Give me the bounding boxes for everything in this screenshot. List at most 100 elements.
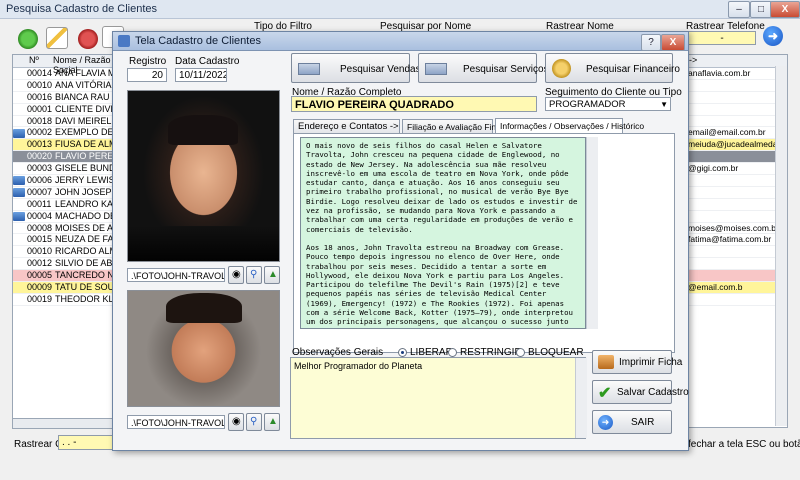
email-row[interactable] bbox=[687, 294, 787, 306]
row-code: 00010 bbox=[27, 79, 53, 90]
row-indicator bbox=[13, 81, 25, 90]
table-row[interactable]: 00001CLIENTE DIVERSOS bbox=[13, 104, 125, 116]
email-grid-v-scrollbar[interactable] bbox=[775, 66, 787, 426]
table-row[interactable]: 00010RICARDO ALMEIDA bbox=[13, 246, 125, 259]
email-row[interactable] bbox=[687, 258, 787, 271]
email-row[interactable]: anaflavia.com.br bbox=[687, 68, 787, 80]
email-row[interactable]: fatima@fatima.com.br bbox=[687, 234, 787, 247]
photo2-search-icon[interactable]: ⚲ bbox=[246, 413, 262, 431]
chevron-down-icon[interactable]: ▼ bbox=[660, 98, 668, 110]
table-row[interactable]: 00003GISELE BUNDCHEN bbox=[13, 163, 125, 176]
email-row[interactable] bbox=[687, 151, 787, 164]
search-financial-button[interactable]: Pesquisar Financeiro bbox=[545, 53, 680, 83]
go-arrow-icon[interactable]: ➜ bbox=[763, 26, 783, 46]
row-indicator bbox=[13, 259, 25, 268]
email-row[interactable] bbox=[687, 80, 787, 92]
cpf-input[interactable]: . . - bbox=[58, 435, 114, 450]
table-row[interactable]: 00020FLAVIO PEREIRA Q bbox=[13, 151, 125, 164]
email-row[interactable]: @gigi.com.br bbox=[687, 163, 787, 176]
memo-scrollbar[interactable] bbox=[586, 137, 598, 329]
nome-field[interactable]: FLAVIO PEREIRA QUADRADO bbox=[291, 96, 537, 112]
photo1-path: .\FOTO\JOHN-TRAVOLTA2... bbox=[127, 268, 225, 282]
table-row[interactable]: 00019 THEODOR KLEIN bbox=[13, 294, 125, 306]
dialog-title-bar: Tela Cadastro de Clientes ? X bbox=[113, 32, 688, 51]
client-grid[interactable]: Nº Nome / Razão Social 00014ANA FLAVIA M… bbox=[12, 54, 126, 428]
client-photo-2 bbox=[127, 290, 280, 407]
row-name: JERRY LEWIS bbox=[55, 175, 115, 186]
radio-bloquear[interactable] bbox=[516, 348, 525, 357]
email-row[interactable] bbox=[687, 246, 787, 259]
email-row[interactable] bbox=[687, 104, 787, 116]
historico-memo[interactable]: O mais novo de seis filhos do casal Hele… bbox=[300, 137, 586, 329]
obs-field[interactable]: Melhor Programador do Planeta bbox=[290, 357, 586, 439]
delete-icon[interactable] bbox=[78, 29, 98, 49]
table-row[interactable]: 00005TANCREDO NEVES bbox=[13, 270, 125, 283]
row-code: 00002 bbox=[27, 127, 53, 138]
table-row[interactable]: 00009 TATU DE SOUZA bbox=[13, 282, 125, 294]
email-row[interactable] bbox=[687, 270, 787, 283]
table-row[interactable]: 00018 DAVI MEIRELLES bbox=[13, 116, 125, 128]
registro-field[interactable]: 20 bbox=[127, 68, 167, 82]
photo2-camera-icon[interactable]: ◉ bbox=[228, 413, 244, 431]
table-row[interactable]: 00008 MOISES DE ASSIS bbox=[13, 223, 125, 235]
table-row[interactable]: 00010 ANA VITÓRIA bbox=[13, 80, 125, 92]
email-row[interactable]: moises@moises.com.br bbox=[687, 223, 787, 235]
search-sales-button[interactable]: Pesquisar Vendas bbox=[291, 53, 421, 83]
edit-icon[interactable] bbox=[46, 27, 68, 49]
email-row[interactable] bbox=[687, 187, 787, 199]
photo2-upload-icon[interactable]: ▲ bbox=[264, 413, 280, 431]
photo1-upload-icon[interactable]: ▲ bbox=[264, 266, 280, 284]
help-button[interactable]: ? bbox=[641, 34, 661, 51]
tab-endereco[interactable]: Endereço e Contatos -> bbox=[293, 119, 400, 133]
data-cadastro-label: Data Cadastro bbox=[175, 56, 240, 67]
email-grid[interactable]: -> anaflavia.com.br email@email.com.br mei… bbox=[686, 54, 788, 428]
obs-value: Melhor Programador do Planeta bbox=[294, 361, 423, 371]
data-cadastro-field[interactable]: 10/11/2022 bbox=[175, 68, 227, 82]
email-row[interactable] bbox=[687, 211, 787, 223]
email-row[interactable]: meiuda@jucadealmeda.com.br bbox=[687, 139, 787, 152]
track-phone-input[interactable]: - bbox=[688, 31, 756, 45]
email-row[interactable] bbox=[687, 92, 787, 104]
table-row[interactable]: 00015NEUZA DE FATIMA bbox=[13, 234, 125, 247]
table-row[interactable]: 00012 SILVIO DE ABREU bbox=[13, 258, 125, 271]
photo2-path: .\FOTO\JOHN-TRAVOLTA1... bbox=[127, 415, 225, 429]
tab-filiacao[interactable]: Filiação e Avaliação Financeira -> bbox=[402, 119, 534, 133]
radio-liberar[interactable] bbox=[398, 348, 407, 357]
photo1-camera-icon[interactable]: ◉ bbox=[228, 266, 244, 284]
row-code: 00007 bbox=[27, 186, 53, 197]
add-icon[interactable] bbox=[18, 29, 38, 49]
email-row[interactable]: @email.com.b bbox=[687, 282, 787, 294]
table-row[interactable]: 00016 BIANCA RAU bbox=[13, 92, 125, 104]
row-code: 00013 bbox=[27, 139, 53, 150]
row-code: 00005 bbox=[27, 270, 53, 281]
table-row[interactable]: 00014ANA FLAVIA MEIREL bbox=[13, 68, 125, 80]
photo1-search-icon[interactable]: ⚲ bbox=[246, 266, 262, 284]
table-row[interactable]: 00002EXEMPLO DE CLIEN bbox=[13, 127, 125, 140]
minimize-button[interactable]: – bbox=[728, 1, 750, 18]
exit-button[interactable]: ➜ SAIR bbox=[592, 410, 672, 434]
search-services-button[interactable]: Pesquisar Serviços bbox=[418, 53, 549, 83]
close-button[interactable]: X bbox=[770, 1, 800, 18]
email-row[interactable]: email@email.com.br bbox=[687, 127, 787, 140]
checkmark-icon: ✔ bbox=[598, 385, 612, 402]
table-row[interactable]: 00013FIUSA DE ALMEIDA bbox=[13, 139, 125, 152]
print-button[interactable]: Imprimir Ficha bbox=[592, 350, 682, 374]
table-row[interactable]: 00004MACHADO DE ASSI bbox=[13, 211, 125, 223]
email-row[interactable] bbox=[687, 199, 787, 211]
row-code: 00010 bbox=[27, 246, 53, 257]
row-indicator bbox=[13, 117, 25, 126]
radio-restringir[interactable] bbox=[448, 348, 457, 357]
row-indicator bbox=[13, 236, 25, 245]
table-row[interactable]: 00011LEANDRO KARNAL bbox=[13, 199, 125, 211]
email-row[interactable] bbox=[687, 175, 787, 187]
table-row[interactable]: 00006 JERRY LEWIS bbox=[13, 175, 125, 187]
email-row[interactable] bbox=[687, 116, 787, 128]
grid-h-scrollbar[interactable] bbox=[12, 418, 126, 429]
save-button[interactable]: ✔ Salvar Cadastro bbox=[592, 380, 689, 404]
segmento-select[interactable]: PROGRAMADOR ▼ bbox=[545, 97, 671, 111]
obs-scrollbar[interactable] bbox=[575, 358, 587, 438]
tab-informacoes[interactable]: Informações / Observações / Histórico bbox=[495, 118, 644, 134]
maximize-button[interactable]: □ bbox=[750, 1, 772, 18]
table-row[interactable]: 00007JOHN JOSEPH TRA bbox=[13, 187, 125, 199]
dialog-close-button[interactable]: X bbox=[661, 34, 685, 51]
